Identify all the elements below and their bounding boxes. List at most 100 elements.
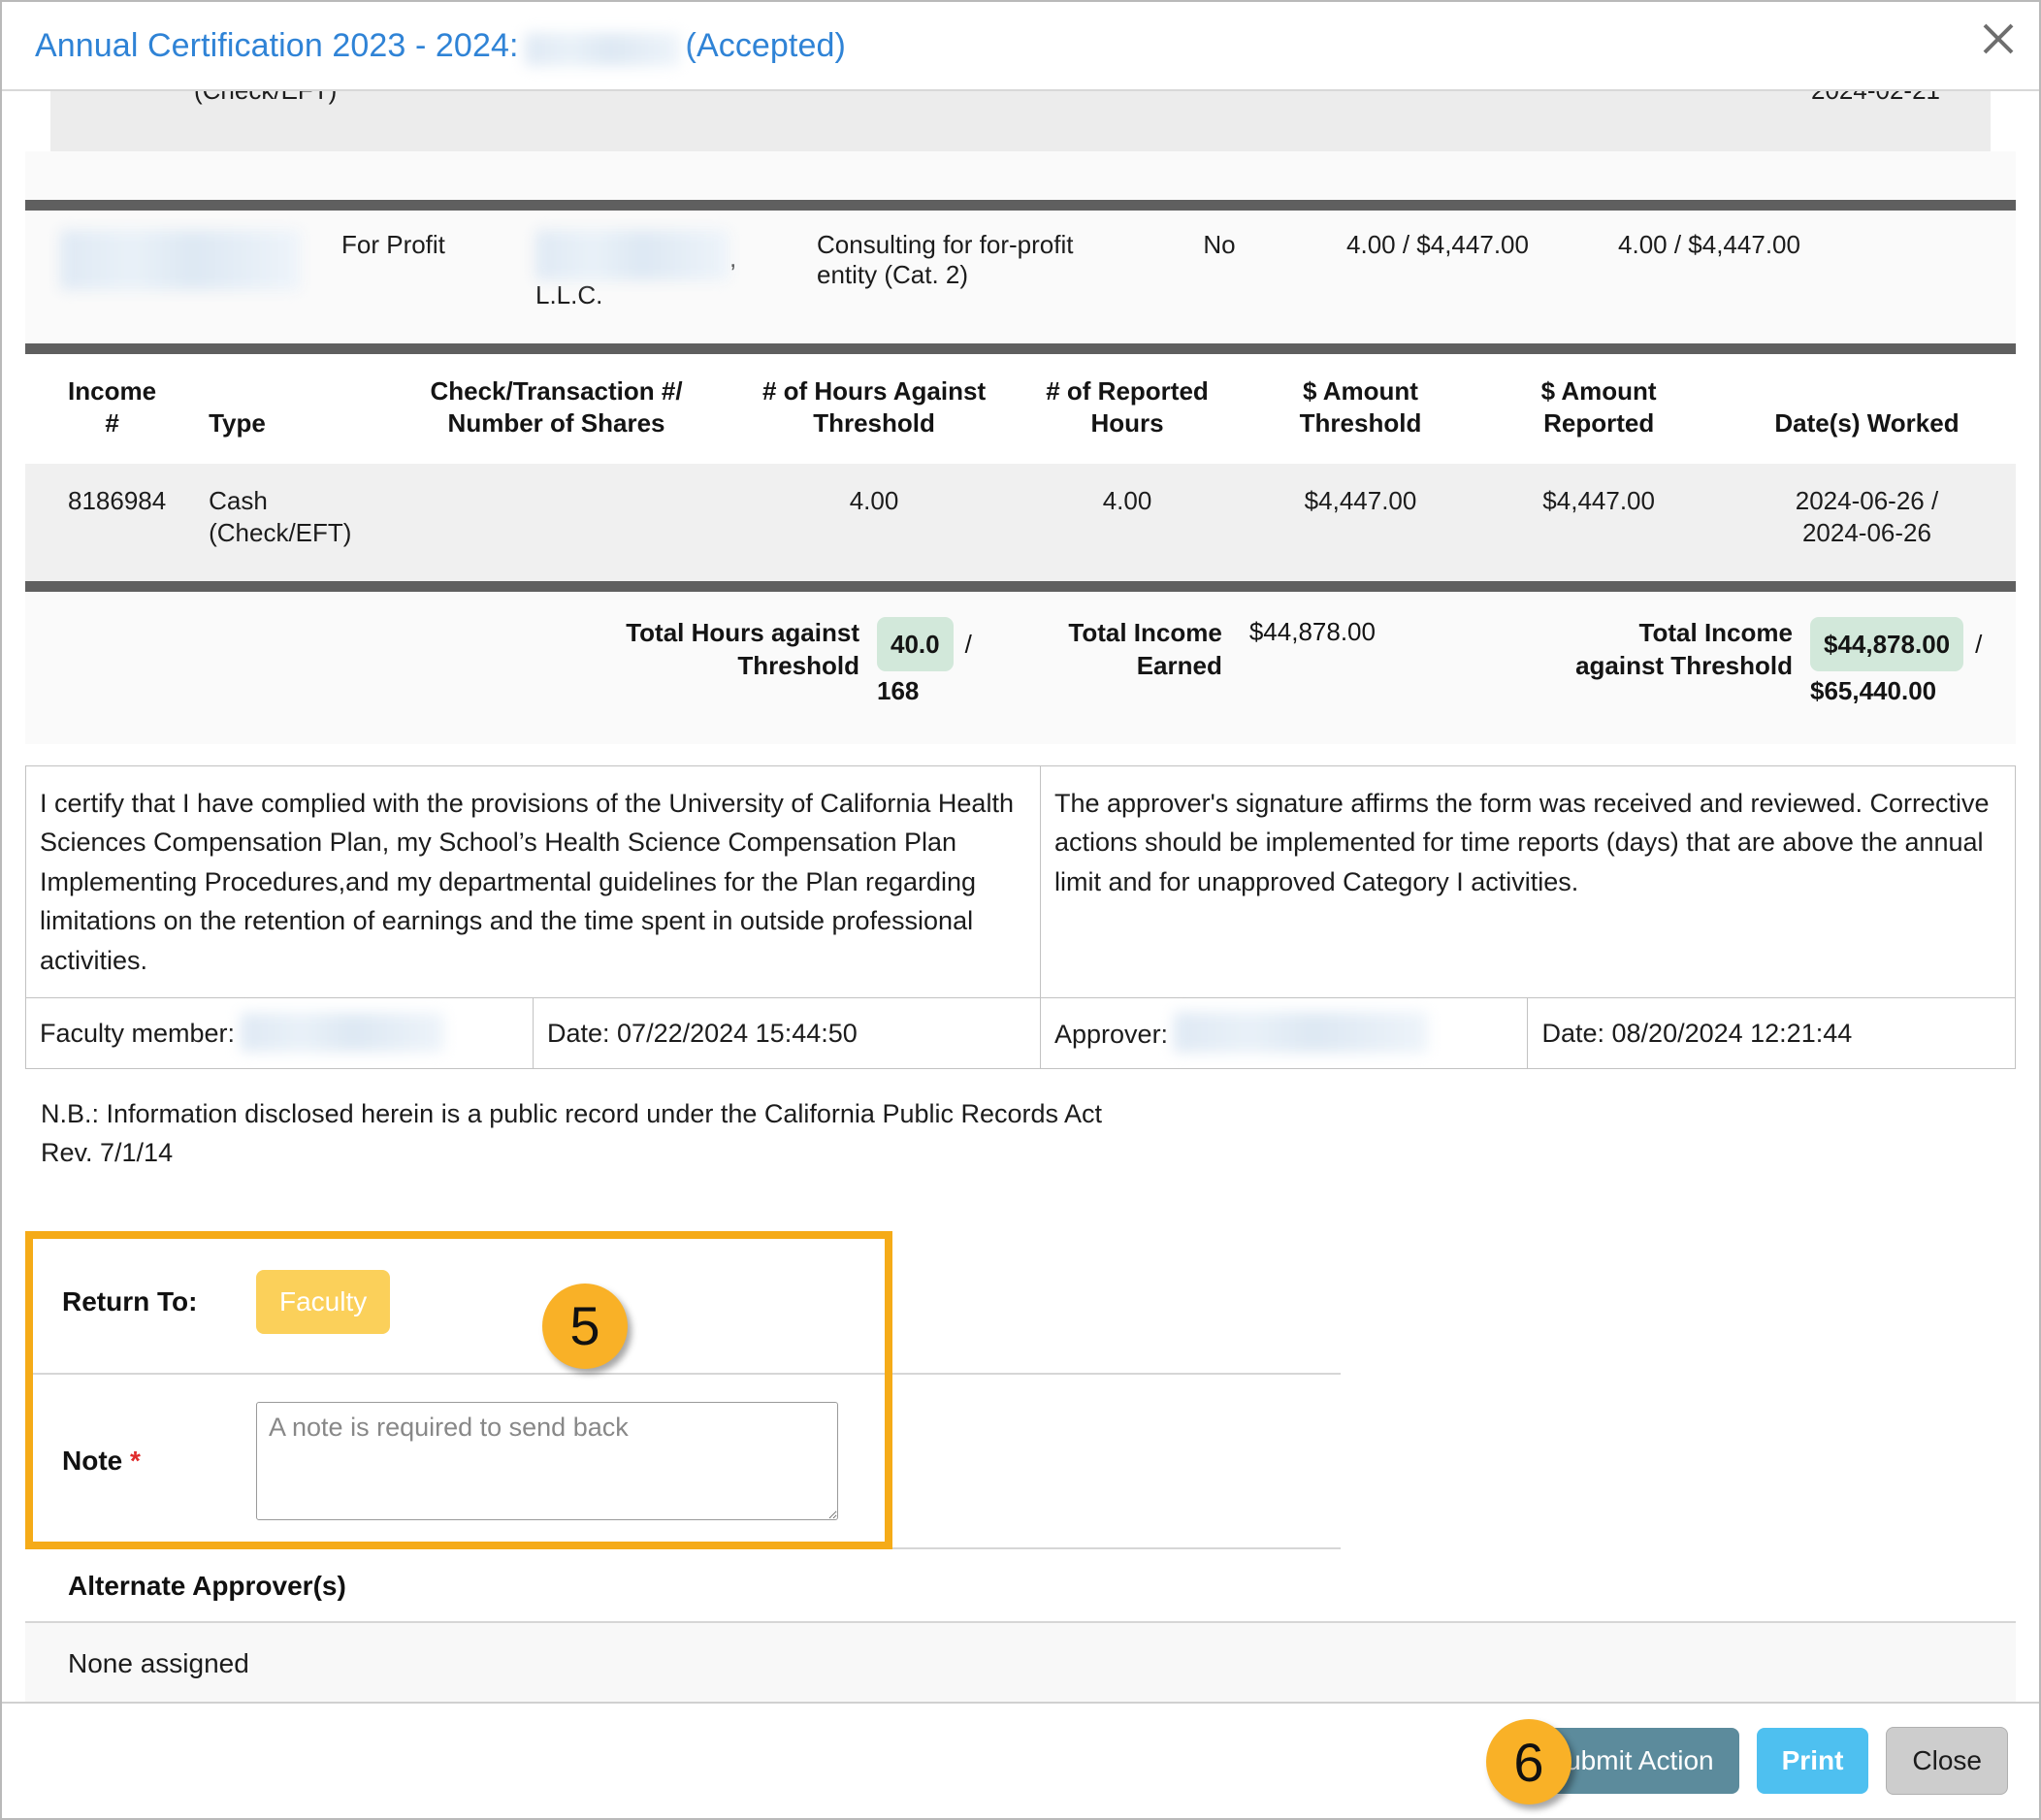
entity-summary-row: For Profit , L.L.C. Consulting for for-p… <box>25 211 2016 343</box>
col-header-hours-line2: Threshold <box>813 407 935 438</box>
col-header-hours-threshold: # of Hours Against Threshold <box>735 354 1014 464</box>
step-badge-5: 5 <box>542 1283 628 1369</box>
alternate-approvers-value: None assigned <box>25 1620 2016 1702</box>
page-title: Annual Certification 2023 - 2024: (Accept… <box>35 26 846 66</box>
total-hours-chip: 40.0 <box>877 617 954 672</box>
entity-flag: No <box>1203 230 1236 259</box>
col-header-check-line2: Number of Shares <box>447 407 665 438</box>
total-income-threshold-label: Total Income against Threshold <box>1560 617 1793 683</box>
totals-row: Total Hours against Threshold 40.0/ 168 … <box>25 617 2016 711</box>
notice-line-2: Rev. 7/1/14 <box>41 1138 174 1168</box>
col-header-reported-line1: # of Reported <box>1046 376 1209 406</box>
col-header-check-line1: Check/Transaction #/ <box>430 376 683 406</box>
notice-line-1: N.B.: Information disclosed herein is a … <box>41 1098 1103 1128</box>
col-header-dates-worked: Date(s) Worked <box>1718 354 2016 464</box>
col-header-amt-thr-line2: Threshold <box>1299 407 1422 438</box>
col-header-reported-line2: Hours <box>1090 407 1164 438</box>
cell-dates-worked: 2024-06-26 / 2024-06-26 <box>1717 464 2016 581</box>
section-divider-bar-3 <box>25 581 2016 592</box>
cell-check-no <box>377 464 735 581</box>
entity-profit-status: For Profit <box>341 230 445 259</box>
certification-table: I certify that I have complied with the … <box>25 764 2016 1069</box>
cell-hours-against-threshold: 4.00 <box>734 464 1014 581</box>
cell-type-line1: Cash <box>209 486 268 515</box>
faculty-date-cell: Date: 07/22/2024 15:44:50 <box>533 997 1041 1069</box>
col-header-check: Check/Transaction #/ Number of Shares <box>377 354 734 464</box>
cell-amount-reported: $4,447.00 <box>1479 464 1718 581</box>
col-header-income-line1: Income <box>68 376 157 406</box>
signature-row: Faculty member: Date: 07/22/2024 15:44:5… <box>25 997 2016 1069</box>
total-hours-label-line2: Threshold <box>737 650 859 680</box>
total-hours-label-line1: Total Hours against <box>626 618 859 647</box>
section-divider-bar-2 <box>25 343 2016 354</box>
page-title-prefix: Annual Certification 2023 - 2024: <box>35 26 519 64</box>
total-hours-slash: / <box>964 630 972 659</box>
faculty-certification-text: I certify that I have complied with the … <box>25 764 1041 999</box>
print-button[interactable]: Print <box>1756 1728 1869 1794</box>
faculty-member-label: Faculty member: <box>40 1019 236 1049</box>
col-header-amt-thr-line1: $ Amount <box>1303 376 1418 406</box>
total-hours-max: 168 <box>877 676 920 706</box>
total-income-chip: $44,878.00 <box>1809 617 1964 672</box>
note-row: Note * <box>25 1375 1341 1549</box>
redacted-faculty-signature <box>241 1013 445 1053</box>
close-button[interactable]: Close <box>1886 1727 2008 1795</box>
cell-amount-threshold: $4,447.00 <box>1241 464 1480 581</box>
clipped-type: (Check/EFT) <box>194 91 337 106</box>
col-header-type-label: Type <box>209 407 266 438</box>
redacted-org-name <box>535 230 729 280</box>
modal-body: (Check/EFT) 2024-02-21 For Profit , L.L.… <box>2 91 2039 1702</box>
total-income-thr-label-line1: Total Income <box>1638 618 1793 647</box>
note-label-text: Note <box>62 1445 123 1476</box>
entity-category: Consulting for for-profit entity (Cat. 2… <box>817 230 1074 289</box>
close-icon[interactable] <box>1975 16 2022 62</box>
clipped-date: 2024-02-21 <box>1811 91 1940 106</box>
note-required-asterisk: * <box>130 1445 141 1476</box>
col-header-income-line2: # <box>105 407 119 438</box>
approver-signature-cell: Approver: <box>1039 997 1529 1069</box>
income-header-row: Income # Type Check/Transaction #/ Numbe… <box>25 354 2016 464</box>
entity-reported: 4.00 / $4,447.00 <box>1618 230 1800 259</box>
col-header-reported-hours: # of Reported Hours <box>1013 354 1241 464</box>
entity-org-comma: , <box>729 244 737 273</box>
cell-reported-hours: 4.00 <box>1013 464 1242 581</box>
table-row: 8186984 Cash (Check/EFT) 4.00 4.00 $4,44… <box>25 464 2016 581</box>
col-header-type: Type <box>199 354 377 464</box>
faculty-signature-cell: Faculty member: <box>25 997 534 1069</box>
totals-section: Total Hours against Threshold 40.0/ 168 … <box>25 592 2016 744</box>
approver-certification-text: The approver's signature affirms the for… <box>1040 764 2016 999</box>
section-divider-bar <box>25 200 2016 211</box>
col-header-income-no: Income # <box>25 354 199 464</box>
redacted-entity-name <box>60 230 301 290</box>
col-header-hours-line1: # of Hours Against <box>761 376 987 406</box>
row-gap <box>25 151 2016 200</box>
col-header-amount-threshold: $ Amount Threshold <box>1242 354 1480 464</box>
total-income-label-line1: Total Income <box>1068 618 1222 647</box>
total-income-label-line2: Earned <box>1136 650 1222 680</box>
col-header-dates-label: Date(s) Worked <box>1774 407 1960 438</box>
certification-text-row: I certify that I have complied with the … <box>25 764 2016 999</box>
col-header-amount-reported: $ Amount Reported <box>1479 354 1718 464</box>
return-to-row: Return To: Faculty <box>25 1231 1341 1375</box>
note-label: Note * <box>62 1446 256 1477</box>
cell-income-no: 8186984 <box>25 464 200 581</box>
entity-org-suffix: L.L.C. <box>535 280 603 309</box>
income-table: Income # Type Check/Transaction #/ Numbe… <box>25 354 2016 581</box>
income-table-body: 8186984 Cash (Check/EFT) 4.00 4.00 $4,44… <box>25 464 2016 581</box>
cell-type-line2: (Check/EFT) <box>209 517 352 547</box>
return-to-faculty-button[interactable]: Faculty <box>256 1269 391 1334</box>
return-to-label: Return To: <box>62 1285 198 1316</box>
col-header-amt-rep-line1: $ Amount <box>1540 376 1657 406</box>
total-income-threshold-group: $44,878.00 / $65,440.00 <box>1809 617 1983 711</box>
redacted-faculty-name <box>524 32 680 66</box>
note-input[interactable] <box>256 1401 838 1520</box>
total-income-slash: / <box>1975 630 1983 659</box>
certification-modal: Annual Certification 2023 - 2024: (Accept… <box>0 0 2041 1820</box>
cell-dates-line2: 2024-06-26 <box>1801 517 1931 547</box>
page-title-status: (Accepted) <box>685 26 846 64</box>
modal-footer: 6 Submit Action Print Close <box>2 1702 2039 1818</box>
total-income-thr-label-line2: against Threshold <box>1575 650 1793 680</box>
total-hours-value-group: 40.0 / 168 <box>877 617 972 711</box>
entity-threshold: 4.00 / $4,447.00 <box>1346 230 1529 259</box>
col-header-amt-rep-line2: Reported <box>1543 407 1655 438</box>
